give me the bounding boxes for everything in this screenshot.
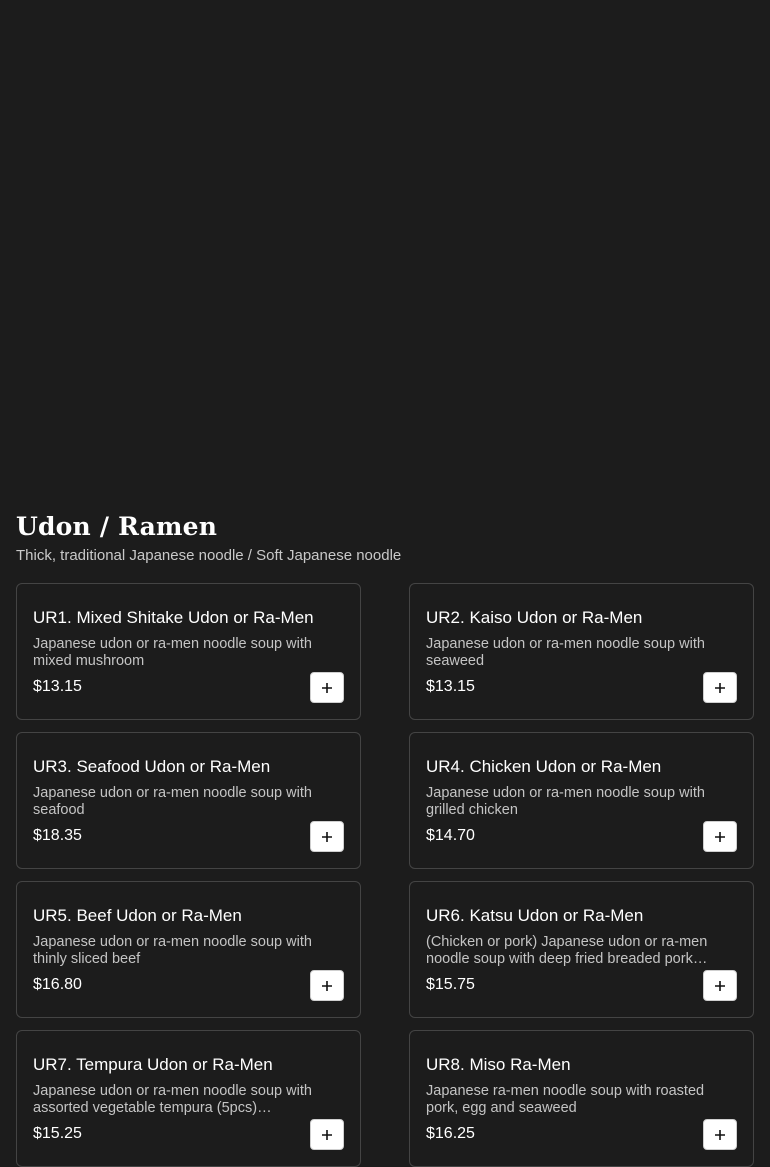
menu-item-card[interactable]: UR3. Seafood Udon or Ra-Men Japanese udo…: [16, 732, 361, 869]
plus-icon: [715, 682, 725, 693]
plus-icon: [715, 831, 725, 842]
menu-item-name: UR6. Katsu Udon or Ra-Men: [426, 906, 644, 925]
menu-item-card[interactable]: UR7. Tempura Udon or Ra-Men Japanese udo…: [16, 1030, 361, 1167]
menu-item-name: UR1. Mixed Shitake Udon or Ra-Men: [33, 608, 314, 627]
menu-item-price: $15.75: [426, 976, 475, 993]
add-to-cart-button[interactable]: [310, 1119, 344, 1150]
add-to-cart-button[interactable]: [703, 672, 737, 703]
plus-icon: [322, 980, 332, 991]
plus-icon: [322, 1129, 332, 1140]
menu-item-description: Japanese udon or ra-men noodle soup with…: [426, 785, 705, 818]
menu-item-price: $16.25: [426, 1125, 475, 1142]
menu-item-description: (Chicken or pork) Japanese udon or ra-me…: [426, 934, 708, 967]
plus-icon: [322, 831, 332, 842]
menu-item-description: Japanese udon or ra-men noodle soup with…: [33, 1083, 312, 1116]
menu-item-description: Japanese udon or ra-men noodle soup with…: [33, 785, 312, 818]
menu-item-name: UR2. Kaiso Udon or Ra-Men: [426, 608, 643, 627]
menu-section-header: Udon / Ramen Thick, traditional Japanese…: [16, 510, 754, 565]
menu-item-price: $13.15: [33, 678, 82, 695]
menu-item-description: Japanese ra-men noodle soup with roasted…: [426, 1083, 705, 1116]
menu-item-description: Japanese udon or ra-men noodle soup with…: [33, 934, 312, 967]
menu-item-price: $14.70: [426, 827, 475, 844]
plus-icon: [322, 682, 332, 693]
add-to-cart-button[interactable]: [310, 821, 344, 852]
add-to-cart-button[interactable]: [703, 1119, 737, 1150]
hero-banner: [0, 0, 770, 500]
menu-item-card[interactable]: UR8. Miso Ra-Men Japanese ra-men noodle …: [409, 1030, 754, 1167]
menu-item-name: UR8. Miso Ra-Men: [426, 1055, 571, 1074]
menu-item-price: $15.25: [33, 1125, 82, 1142]
plus-icon: [715, 1129, 725, 1140]
section-subtitle: Thick, traditional Japanese noodle / Sof…: [16, 547, 402, 564]
menu-item-description: Japanese udon or ra-men noodle soup with…: [426, 636, 705, 669]
menu-item-name: UR7. Tempura Udon or Ra-Men: [33, 1055, 273, 1074]
section-title: Udon / Ramen: [16, 512, 218, 541]
menu-item-card[interactable]: UR2. Kaiso Udon or Ra-Men Japanese udon …: [409, 583, 754, 720]
menu-item-card[interactable]: UR4. Chicken Udon or Ra-Men Japanese udo…: [409, 732, 754, 869]
add-to-cart-button[interactable]: [703, 821, 737, 852]
add-to-cart-button[interactable]: [703, 970, 737, 1001]
menu-item-card[interactable]: UR6. Katsu Udon or Ra-Men (Chicken or po…: [409, 881, 754, 1018]
menu-item-price: $16.80: [33, 976, 82, 993]
add-to-cart-button[interactable]: [310, 970, 344, 1001]
menu-item-card[interactable]: UR5. Beef Udon or Ra-Men Japanese udon o…: [16, 881, 361, 1018]
menu-item-name: UR5. Beef Udon or Ra-Men: [33, 906, 242, 925]
menu-item-description: Japanese udon or ra-men noodle soup with…: [33, 636, 312, 669]
menu-item-price: $18.35: [33, 827, 82, 844]
add-to-cart-button[interactable]: [310, 672, 344, 703]
menu-item-card[interactable]: UR1. Mixed Shitake Udon or Ra-Men Japane…: [16, 583, 361, 720]
menu-item-name: UR4. Chicken Udon or Ra-Men: [426, 757, 662, 776]
plus-icon: [715, 980, 725, 991]
menu-item-name: UR3. Seafood Udon or Ra-Men: [33, 757, 271, 776]
menu-item-price: $13.15: [426, 678, 475, 695]
